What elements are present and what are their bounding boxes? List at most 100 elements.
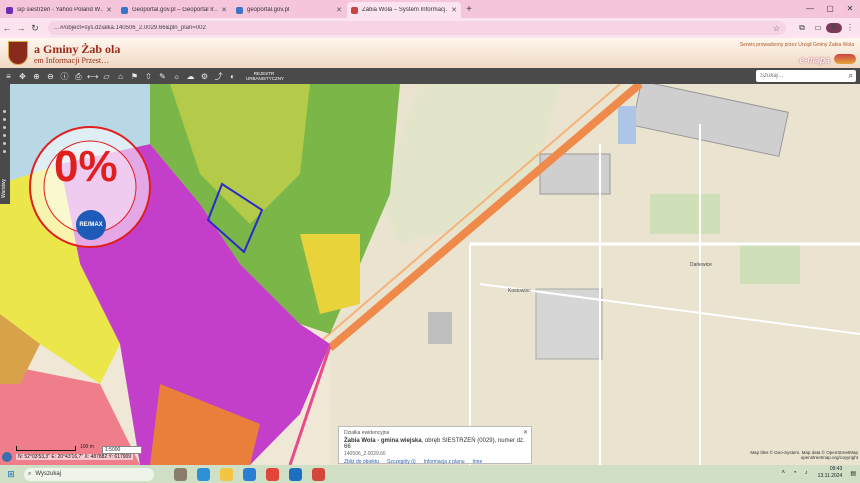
zoom-out-icon[interactable]: ⊖ [45, 71, 56, 82]
plot-number: 66 [344, 444, 351, 450]
commune-name: Żabia Wola - gmina wiejska [344, 438, 422, 444]
place-label: Dańewice [690, 262, 712, 268]
chrome-icon[interactable] [266, 467, 279, 481]
settings-icon[interactable]: ⚙ [199, 71, 210, 82]
wifi-icon[interactable]: ◔ [793, 470, 797, 476]
register-button[interactable]: REJESTR URBANISTYCZNY [246, 71, 284, 81]
bookmark-star-icon[interactable]: ☆ [773, 24, 780, 33]
zoom-level-dot[interactable] [3, 150, 6, 153]
close-tab-icon[interactable]: ✕ [451, 6, 457, 14]
remax-logo: RE/MAX [76, 210, 106, 240]
edge-icon[interactable] [197, 467, 210, 481]
word-icon[interactable] [289, 467, 302, 481]
portal-subtitle: em Informacji Przest… [34, 56, 110, 65]
menu-dots-icon[interactable]: ⋮ [842, 23, 858, 33]
precinct-prefix: , obręb [421, 438, 442, 444]
search-icon[interactable]: ⌕ [849, 70, 853, 82]
zoom-in-icon[interactable]: ⊕ [31, 71, 42, 82]
sun-icon[interactable]: ☼ [171, 71, 182, 82]
url-field[interactable]: …#/object=sys.dzialka.140506_2.0029.66&p… [48, 21, 786, 35]
browser-tab[interactable]: geoportal.gov.pl ✕ [232, 2, 346, 18]
tab-label: Żabia Wola – System Informacj… [362, 7, 449, 13]
zoom-level-dot[interactable] [3, 134, 6, 137]
measure-icon[interactable]: ⟷ [87, 71, 98, 82]
close-tab-icon[interactable]: ✕ [221, 6, 227, 14]
home-icon[interactable]: ⌂ [115, 71, 126, 82]
notification-icon[interactable]: ▤ [850, 470, 856, 477]
clock-date: 13.11.2024 [817, 473, 843, 479]
precinct-name: SIESTRZEŃ (0029) [441, 438, 495, 444]
promo-discount: 0% [54, 142, 118, 191]
emapa-favicon-icon [351, 6, 358, 14]
info-icon[interactable]: ⓘ [59, 71, 70, 82]
popup-description: Żabia Wola - gmina wiejska, obręb SIESTR… [344, 438, 526, 450]
clock[interactable]: 09:43 13.11.2024 [818, 466, 843, 480]
map-canvas[interactable]: Kostowiec Dańewice 0% RE/MAX [0, 84, 860, 465]
place-label: Kostowiec [508, 288, 531, 294]
address-bar: ← → ↻ …#/object=sys.dzialka.140506_2.002… [0, 18, 860, 38]
extensions-icon[interactable]: ⧉ [794, 23, 810, 33]
browser-tab[interactable]: sip siestrzeń - Yahoo Poland W… ✕ [2, 2, 116, 18]
zoom-level-dot[interactable] [3, 110, 6, 113]
plot-prefix: , numer dz. [494, 438, 525, 444]
search-icon: ⌕ [28, 470, 32, 477]
palette-icon[interactable]: ◐ [227, 71, 238, 82]
tab-label: sip siestrzeń - Yahoo Poland W… [17, 7, 104, 13]
area-icon[interactable]: ▱ [101, 71, 112, 82]
browser-tab[interactable]: Geoportal.gov.pl – Geoportal Ir… ✕ [117, 2, 231, 18]
zoom-level-dot[interactable] [3, 118, 6, 121]
map-search-input[interactable] [756, 70, 856, 82]
emapa-logo-icon [834, 54, 856, 64]
close-icon[interactable]: ✕ [523, 429, 528, 436]
cloud-icon[interactable]: ☁ [185, 71, 196, 82]
close-tab-icon[interactable]: ✕ [336, 6, 342, 14]
profile-initial: R [826, 23, 842, 33]
volume-icon[interactable]: ♪ [805, 470, 808, 476]
task-view-icon[interactable] [174, 467, 187, 481]
file-explorer-icon[interactable] [220, 467, 233, 481]
layers-side-tab[interactable]: Warstwy [1, 168, 9, 198]
new-tab-icon[interactable]: + [462, 2, 476, 18]
back-arrow-icon[interactable]: ← [0, 23, 14, 33]
yahoo-favicon-icon [6, 6, 13, 14]
share-icon[interactable]: ⤴ [213, 71, 224, 82]
zoom-level-dot[interactable] [3, 142, 6, 145]
zoom-select[interactable]: 1:5000 [102, 446, 142, 454]
attribution-line[interactable]: openstreetmap.org/copyright [750, 455, 858, 460]
tray-chevron-icon[interactable]: ˄ [782, 470, 786, 476]
print-icon[interactable]: ⎙ [73, 71, 84, 82]
close-tab-icon[interactable]: ✕ [106, 6, 112, 14]
org-note: Serwis prowadzony przez Urząd Gminy Żabi… [739, 42, 854, 48]
forward-arrow-icon[interactable]: → [14, 23, 28, 33]
mail-icon[interactable] [243, 467, 256, 481]
layers-icon[interactable]: ≡ [3, 71, 14, 82]
profile-avatar[interactable]: R [826, 23, 842, 33]
zoom-level-dot[interactable] [3, 126, 6, 129]
pan-icon[interactable]: ✥ [17, 71, 28, 82]
upload-icon[interactable]: ⇧ [143, 71, 154, 82]
parcel-info-popup: ✕ Działka ewidencyjna Żabia Wola - gmina… [338, 426, 532, 465]
sidepanel-icon[interactable]: ▭ [810, 23, 826, 33]
chrome-active-icon[interactable] [312, 467, 325, 481]
scale-label: 100 m [80, 444, 94, 450]
tab-label: geoportal.gov.pl [247, 7, 290, 13]
taskbar-search[interactable]: ⌕ Wyszukaj [24, 467, 154, 481]
geoportal-favicon-icon [121, 6, 128, 14]
clock-time: 09:43 [829, 466, 843, 472]
brand-name: e-mapa [799, 55, 830, 65]
map-toolbar: ≡ ✥ ⊕ ⊖ ⓘ ⎙ ⟷ ▱ ⌂ ⚑ ⇧ ✎ ☼ ☁ ⚙ ⤴ ◐ REJEST… [0, 68, 860, 84]
minimize-icon[interactable]: — [800, 0, 820, 18]
close-window-icon[interactable]: ✕ [840, 0, 860, 18]
portal-title: a Gminy Żab ola [34, 42, 121, 56]
globe-icon[interactable] [2, 452, 12, 462]
url-text: …#/object=sys.dzialka.140506_2.0029.66&p… [54, 25, 206, 31]
taskbar-search-placeholder: Wyszukaj [35, 470, 61, 477]
geoportal-favicon-icon [236, 6, 243, 14]
comment-icon[interactable]: ✎ [157, 71, 168, 82]
maximize-icon[interactable]: ▢ [820, 0, 840, 18]
windows-start-icon[interactable]: ⊞ [4, 469, 18, 480]
bookmark-icon[interactable]: ⚑ [129, 71, 140, 82]
popup-title: Działka ewidencyjna [344, 430, 390, 436]
reload-icon[interactable]: ↻ [28, 23, 42, 34]
browser-tab-active[interactable]: Żabia Wola – System Informacj… ✕ [347, 2, 461, 18]
